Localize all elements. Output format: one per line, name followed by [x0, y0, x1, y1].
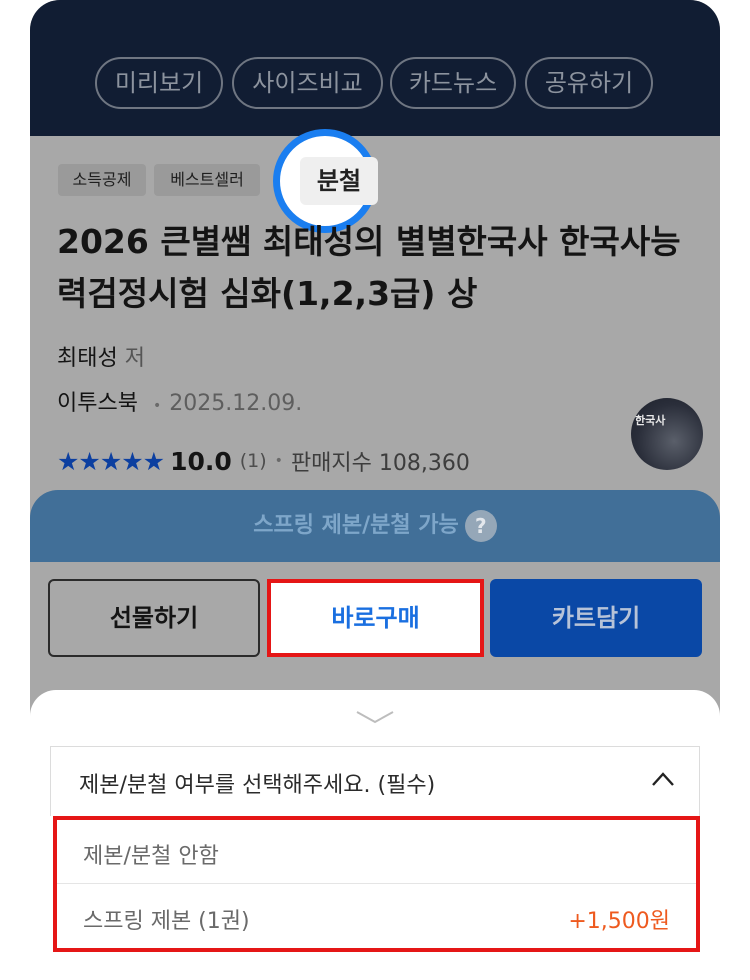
star-rating-icon: ★★★★★ — [57, 446, 165, 476]
tag-split-binding: 분철 — [300, 157, 378, 205]
spring-binding-banner: 스프링 제본/분철 가능? — [30, 490, 720, 562]
card-news-button[interactable]: 카드뉴스 — [390, 57, 516, 109]
author-name[interactable]: 최태성 — [57, 346, 118, 371]
author-suffix: 저 — [124, 346, 145, 371]
option-name: 스프링 제본 (1권) — [83, 909, 250, 934]
share-button[interactable]: 공유하기 — [525, 57, 653, 109]
top-action-bar: 미리보기 사이즈비교 카드뉴스 공유하기 — [30, 0, 720, 136]
sales-index: 판매지수 108,360 — [290, 451, 470, 476]
chevron-up-icon — [652, 772, 674, 786]
gift-button[interactable]: 선물하기 — [48, 579, 260, 657]
publisher-line: 이투스북 • 2025.12.09. — [57, 385, 302, 417]
option-spring-binding[interactable]: 스프링 제본 (1권) +1,500원 — [57, 885, 696, 949]
spring-binding-label: 스프링 제본/분철 가능 — [253, 513, 459, 538]
option-name: 제본/분철 안함 — [83, 844, 219, 869]
tag-bestseller: 베스트셀러 — [154, 164, 260, 196]
option-list: 제본/분철 안함 스프링 제본 (1권) +1,500원 — [53, 816, 700, 952]
book-title: 2026 큰별쌤 최태성의 별별한국사 한국사능력검정시험 심화(1,2,3급)… — [57, 222, 681, 313]
rating-row: ★★★★★ 10.0 (1) • 판매지수 108,360 — [57, 444, 470, 478]
sheet-collapse-chevron-icon[interactable] — [355, 710, 395, 724]
review-count[interactable]: (1) — [240, 450, 267, 472]
preview-button[interactable]: 미리보기 — [95, 57, 223, 109]
separator-dot: • — [152, 398, 162, 414]
binding-option-select[interactable]: 제본/분철 여부를 선택해주세요. (필수) — [50, 746, 700, 816]
author-avatar[interactable]: 한국사 — [631, 398, 703, 470]
select-label: 제본/분철 여부를 선택해주세요. (필수) — [79, 773, 436, 798]
buy-now-button[interactable]: 바로구매 — [267, 579, 484, 657]
publish-date: 2025.12.09. — [169, 391, 303, 416]
publisher-name[interactable]: 이투스북 — [57, 391, 138, 416]
avatar-caption: 한국사 — [635, 414, 666, 427]
size-compare-button[interactable]: 사이즈비교 — [232, 57, 383, 109]
option-no-binding[interactable]: 제본/분철 안함 — [57, 820, 696, 884]
add-to-cart-button[interactable]: 카트담기 — [490, 579, 702, 657]
tag-income-deduction: 소득공제 — [58, 164, 146, 196]
help-icon[interactable]: ? — [464, 510, 497, 542]
option-sheet: 제본/분철 여부를 선택해주세요. (필수) 제본/분철 안함 스프링 제본 (… — [30, 690, 720, 980]
author-line: 최태성 저 — [57, 340, 145, 372]
product-screen: 미리보기 사이즈비교 카드뉴스 공유하기 소득공제 베스트셀러 분철 2026 … — [30, 0, 720, 980]
rating-score: 10.0 — [170, 446, 232, 476]
separator-dot: • — [274, 453, 283, 469]
option-price: +1,500원 — [568, 909, 670, 934]
